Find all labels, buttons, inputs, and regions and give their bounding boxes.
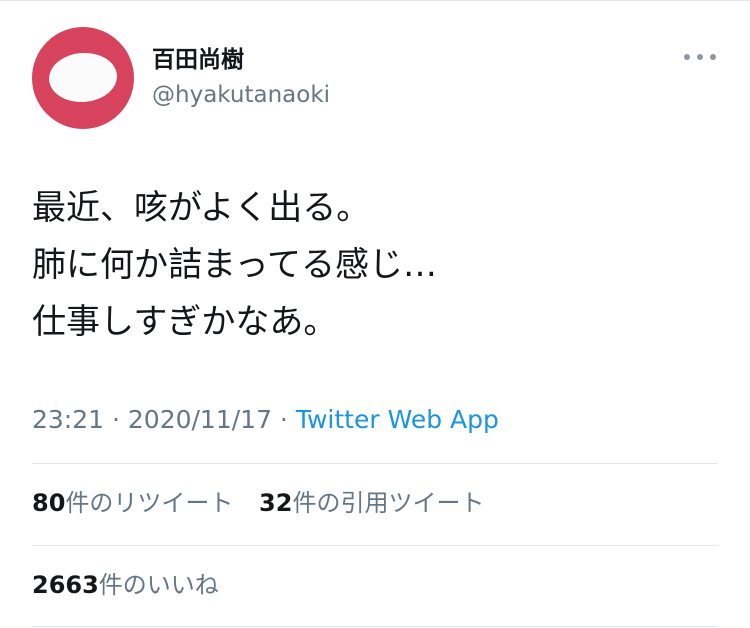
meta-separator: · bbox=[271, 405, 296, 434]
more-dot bbox=[684, 54, 690, 60]
more-dot bbox=[710, 54, 716, 60]
tweet-line: 肺に何か詰まってる感じ… bbox=[32, 245, 437, 285]
likes-label: 件のいいね bbox=[98, 571, 219, 599]
divider bbox=[32, 626, 718, 627]
tweet-source-link[interactable]: Twitter Web App bbox=[296, 405, 499, 434]
tweet-time[interactable]: 23:21 bbox=[32, 405, 104, 434]
likes-count: 2663 bbox=[32, 571, 99, 599]
author-handle[interactable]: @hyakutanaoki bbox=[152, 81, 330, 109]
avatar[interactable] bbox=[32, 27, 134, 129]
quote-tweets-label: 件の引用ツイート bbox=[292, 489, 485, 517]
meta-separator: · bbox=[104, 405, 128, 434]
divider bbox=[32, 545, 718, 546]
likes-stats-row: 2663件のいいね bbox=[32, 570, 237, 600]
retweets-stat[interactable]: 80件のリツイート bbox=[32, 488, 233, 518]
tweet-date[interactable]: 2020/11/17 bbox=[128, 405, 272, 434]
retweets-label: 件のリツイート bbox=[65, 489, 234, 517]
more-horizontal-icon[interactable] bbox=[684, 50, 716, 64]
avatar-image bbox=[47, 50, 119, 105]
author-display-name[interactable]: 百田尚樹 bbox=[152, 46, 244, 74]
retweets-count: 80 bbox=[32, 489, 66, 517]
tweet-line: 最近、咳がよく出る。 bbox=[32, 188, 371, 228]
tweet-line: 仕事しすぎかなあ。 bbox=[32, 302, 338, 342]
quote-tweets-count: 32 bbox=[259, 489, 293, 517]
engagement-stats-row: 80件のリツイート 32件の引用ツイート bbox=[32, 488, 502, 518]
more-dot bbox=[697, 54, 703, 60]
tweet-meta: 23:21 · 2020/11/17 · Twitter Web App bbox=[32, 404, 499, 436]
likes-stat[interactable]: 2663件のいいね bbox=[32, 570, 219, 600]
divider bbox=[32, 463, 718, 464]
tweet-text: 最近、咳がよく出る。 肺に何か詰まってる感じ… 仕事しすぎかなあ。 bbox=[32, 180, 722, 351]
top-border bbox=[0, 0, 750, 1]
quote-tweets-stat[interactable]: 32件の引用ツイート bbox=[259, 488, 484, 518]
